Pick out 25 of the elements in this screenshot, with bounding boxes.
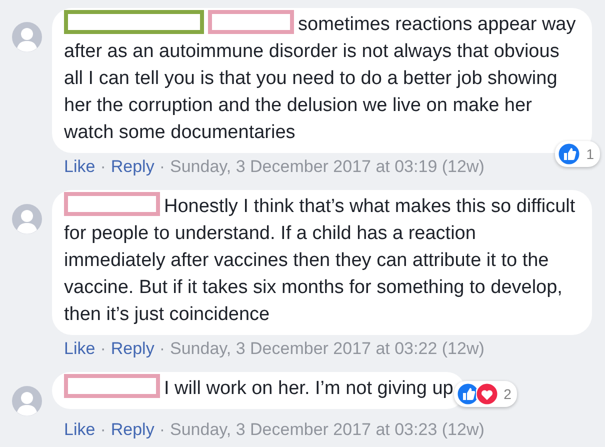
timestamp[interactable]: Sunday, 3 December 2017 at 03:23 (12w) bbox=[170, 420, 484, 440]
avatar-icon[interactable] bbox=[12, 386, 42, 416]
reaction-badge[interactable]: 2 bbox=[454, 381, 518, 407]
avatar-icon[interactable] bbox=[12, 22, 42, 52]
like-link[interactable]: Like bbox=[64, 420, 96, 440]
comment-text: I will work on her. I’m not giving up bbox=[164, 378, 454, 399]
comment-text: sometimes reactions appear way after as an autoimmune disorder is not always that obvious all I can tell you is that you need to do a better job showing her the corruption and the delusion we live on make her watch some documentaries bbox=[64, 14, 576, 143]
like-link[interactable]: Like bbox=[64, 339, 96, 359]
reply-link[interactable]: Reply bbox=[110, 420, 154, 440]
avatar-icon[interactable] bbox=[12, 204, 42, 234]
separator-dot: · bbox=[100, 339, 106, 359]
comment-text: Honestly I think that’s what makes this so difficult for people to understand. If a child has a reaction immediately after vaccines then they can attribute it to the vaccine. But if it takes six months for something to develop, then it’s just coincidence bbox=[64, 196, 576, 325]
timestamp[interactable]: Sunday, 3 December 2017 at 03:22 (12w) bbox=[170, 339, 484, 359]
reaction-badge[interactable]: 1 bbox=[555, 141, 600, 167]
separator-dot: · bbox=[159, 339, 165, 359]
reaction-count: 1 bbox=[586, 145, 594, 163]
separator-dot: · bbox=[100, 420, 106, 440]
reply-link[interactable]: Reply bbox=[110, 157, 154, 177]
reply-link[interactable]: Reply bbox=[110, 339, 154, 359]
timestamp[interactable]: Sunday, 3 December 2017 at 03:19 (12w) bbox=[170, 157, 484, 177]
separator-dot: · bbox=[159, 157, 165, 177]
separator-dot: · bbox=[159, 420, 165, 440]
like-link[interactable]: Like bbox=[64, 157, 96, 177]
reaction-count: 2 bbox=[504, 385, 512, 403]
separator-dot: · bbox=[100, 157, 106, 177]
